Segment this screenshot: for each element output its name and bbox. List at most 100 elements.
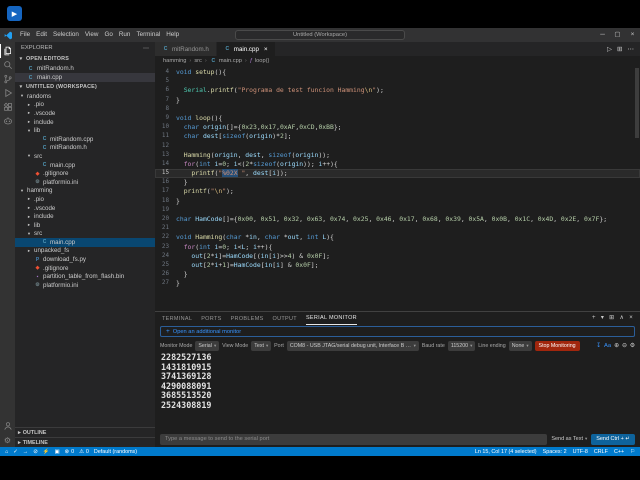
platformio-icon[interactable] bbox=[0, 114, 15, 128]
pio-home[interactable]: ⌂ bbox=[5, 449, 8, 455]
panel-tab-serial-monitor[interactable]: SERIAL MONITOR bbox=[305, 312, 357, 325]
code-line[interactable]: 10 char origin[]={0x23,0x17,0xAF,0xCD,0x… bbox=[155, 123, 640, 132]
code-line[interactable]: 16 } bbox=[155, 178, 640, 187]
menu-selection[interactable]: Selection bbox=[50, 28, 82, 42]
tree-folder-src[interactable]: ▾ src bbox=[15, 230, 155, 239]
pio-clean[interactable]: ⊘ bbox=[33, 449, 38, 455]
code-line[interactable]: 12 bbox=[155, 142, 640, 151]
minimize-button[interactable]: ─ bbox=[595, 28, 610, 42]
editor-scrollbar[interactable] bbox=[635, 68, 639, 138]
run-debug-icon[interactable] bbox=[0, 86, 15, 100]
code-line[interactable]: 23 for(int i=0; i<L; i++){ bbox=[155, 243, 640, 252]
pio-build[interactable]: ✓ bbox=[13, 449, 18, 455]
breadcrumb-item[interactable]: src bbox=[194, 58, 202, 64]
port-select[interactable]: COM8 - USB JTAG/serial debug unit, Inter… bbox=[286, 340, 419, 351]
code-line[interactable]: 19 bbox=[155, 206, 640, 215]
code-line[interactable]: 13 Hamming(origin, dest, sizeof(origin))… bbox=[155, 151, 640, 160]
stop-monitoring-button[interactable]: Stop Monitoring bbox=[534, 340, 580, 351]
maximize-panel-icon[interactable]: ∧ bbox=[619, 312, 624, 325]
notifications[interactable]: ⚐ bbox=[630, 449, 635, 455]
panel-tab-ports[interactable]: PORTS bbox=[201, 312, 221, 325]
menu-view[interactable]: View bbox=[82, 28, 102, 42]
breadcrumb-item[interactable]: hamming bbox=[163, 58, 186, 64]
tree-folder-.vscode[interactable]: ▸ .vscode bbox=[15, 109, 155, 118]
code-line[interactable]: 17 printf("\n"); bbox=[155, 187, 640, 196]
panel-tab-output[interactable]: OUTPUT bbox=[273, 312, 297, 325]
text-format-icon[interactable]: Aa bbox=[604, 343, 611, 349]
monitor-settings-icon[interactable]: ⚙ bbox=[630, 343, 635, 349]
tree-file-mitrandom.h[interactable]: CmitRandom.h bbox=[15, 144, 155, 153]
close-tab-icon[interactable]: × bbox=[264, 46, 268, 53]
close-panel-icon[interactable]: × bbox=[629, 312, 633, 325]
monitor-mode-select[interactable]: Serial ▾ bbox=[195, 340, 220, 351]
panel-tab-problems[interactable]: PROBLEMS bbox=[231, 312, 264, 325]
menu-run[interactable]: Run bbox=[116, 28, 134, 42]
open-editors-header[interactable]: ▾ OPEN EDITORS bbox=[15, 54, 155, 64]
code-line[interactable]: 5 bbox=[155, 77, 640, 86]
outline-section[interactable]: ▸ OUTLINE bbox=[15, 427, 155, 437]
pio-terminal[interactable]: ▣ bbox=[54, 449, 59, 455]
send-as-select[interactable]: Send as Text ▾ bbox=[551, 436, 587, 442]
cursor-position[interactable]: Ln 15, Col 17 (4 selected) bbox=[475, 449, 537, 455]
search-icon[interactable] bbox=[0, 58, 15, 72]
tree-file-.gitignore[interactable]: ◆ .gitignore bbox=[15, 264, 155, 273]
code-line[interactable]: 11 char dest[sizeof(origin)*2]; bbox=[155, 132, 640, 141]
encoding[interactable]: UTF-8 bbox=[573, 449, 588, 455]
serial-output[interactable]: 2282527136 1431810915 3741369128 4290088091… bbox=[155, 352, 640, 433]
timeline-section[interactable]: ▸ TIMELINE bbox=[15, 437, 155, 447]
editor-tab-main.cpp[interactable]: Cmain.cpp × bbox=[216, 42, 276, 56]
more-actions-icon[interactable]: ⋯ bbox=[143, 45, 149, 52]
code-line[interactable]: 25 out[2*i+1]=HamCode[in[i] & 0x0F]; bbox=[155, 261, 640, 270]
account-icon[interactable] bbox=[0, 419, 15, 433]
tree-folder-.pio[interactable]: ▸ .pio bbox=[15, 195, 155, 204]
menu-help[interactable]: Help bbox=[163, 28, 182, 42]
eol[interactable]: CRLF bbox=[594, 449, 608, 455]
code-line[interactable]: 15 printf("%02X ", dest[i]); bbox=[155, 169, 640, 179]
code-line[interactable]: 22 void Hamming(char *in, char *out, int … bbox=[155, 233, 640, 242]
run-file-icon[interactable]: ▷ bbox=[607, 45, 612, 53]
maximize-button[interactable]: ▢ bbox=[610, 28, 625, 42]
editor-tab-mitrandom.h[interactable]: CmitRandom.h bbox=[155, 42, 217, 56]
code-line[interactable]: 4 void setup(){ bbox=[155, 68, 640, 77]
close-button[interactable]: × bbox=[625, 28, 640, 42]
workspace-header[interactable]: ▾ UNTITLED (WORKSPACE) bbox=[15, 82, 155, 92]
pio-upload[interactable]: → bbox=[23, 449, 28, 455]
tree-file-platformio.ini[interactable]: ⚙ platformio.ini bbox=[15, 281, 155, 290]
command-center[interactable]: Untitled (Workspace) bbox=[235, 30, 405, 40]
autoscroll-icon[interactable]: ↧ bbox=[596, 343, 601, 349]
tree-folder-lib[interactable]: ▾ lib bbox=[15, 126, 155, 135]
code-line[interactable]: 27} bbox=[155, 279, 640, 288]
tree-file-main.cpp[interactable]: Cmain.cpp bbox=[15, 238, 155, 247]
serial-message-input[interactable] bbox=[160, 433, 548, 445]
code-line[interactable]: 14 for(int i=0; i<(2*sizeof(origin)); i+… bbox=[155, 160, 640, 169]
menu-terminal[interactable]: Terminal bbox=[133, 28, 163, 42]
pio-env[interactable]: Default (randoms) bbox=[94, 449, 137, 455]
source-control-icon[interactable] bbox=[0, 72, 15, 86]
code-area[interactable]: 4 void setup(){5 6 Serial.printf("Programa… bbox=[155, 66, 640, 311]
new-terminal-icon[interactable]: + bbox=[592, 312, 596, 325]
code-line[interactable]: 21 bbox=[155, 224, 640, 233]
tree-folder-.pio[interactable]: ▸ .pio bbox=[15, 101, 155, 110]
panel-tab-terminal[interactable]: TERMINAL bbox=[162, 312, 192, 325]
more-editor-actions-icon[interactable]: ⋯ bbox=[628, 45, 635, 53]
line-ending-select[interactable]: None ▾ bbox=[508, 340, 532, 351]
language-mode[interactable]: C++ bbox=[614, 449, 624, 455]
extensions-icon[interactable] bbox=[0, 100, 15, 114]
tree-file-.gitignore[interactable]: ◆ .gitignore bbox=[15, 169, 155, 178]
tree-folder-hamming[interactable]: ▾ hamming bbox=[15, 187, 155, 196]
breadcrumb-item[interactable]: Cmain.cpp bbox=[210, 58, 242, 64]
baud-rate-select[interactable]: 115200 ▾ bbox=[447, 340, 476, 351]
split-panel-icon[interactable]: ⊞ bbox=[609, 312, 614, 325]
zoom-out-icon[interactable]: ⊖ bbox=[622, 343, 627, 349]
tree-folder-lib[interactable]: ▸ lib bbox=[15, 221, 155, 230]
explorer-icon[interactable] bbox=[0, 44, 15, 58]
split-editor-icon[interactable]: ⊞ bbox=[617, 45, 622, 53]
tree-file-download_fs.py[interactable]: Pdownload_fs.py bbox=[15, 255, 155, 264]
tree-folder-include[interactable]: ▸ include bbox=[15, 212, 155, 221]
code-line[interactable]: 20 char HamCode[]={0x00, 0x51, 0x32, 0x63… bbox=[155, 215, 640, 224]
code-line[interactable]: 8 bbox=[155, 105, 640, 114]
tree-folder-unpacked_fs[interactable]: ▸ unpacked_fs bbox=[15, 247, 155, 256]
open-editor-item[interactable]: CmitRandom.h bbox=[15, 64, 155, 73]
code-line[interactable]: 6 Serial.printf("Programa de test funcio… bbox=[155, 86, 640, 95]
tree-file-mitrandom.cpp[interactable]: CmitRandom.cpp bbox=[15, 135, 155, 144]
